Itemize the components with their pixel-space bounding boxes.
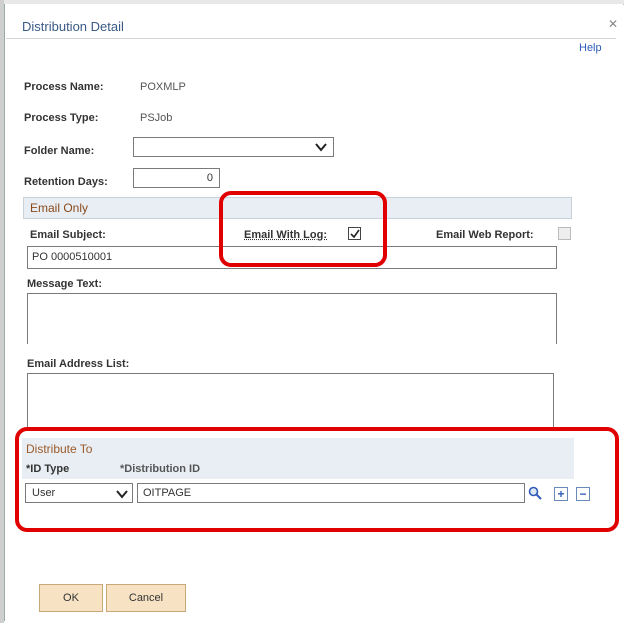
message-text-area[interactable] [27,293,557,344]
email-subject-value: PO 0000510001 [32,251,113,263]
close-icon[interactable]: ✕ [608,17,618,31]
process-name-label: Process Name: [24,81,104,93]
email-web-report-label: Email Web Report: [436,229,534,241]
email-subject-label: Email Subject: [30,229,106,241]
email-address-list-label: Email Address List: [27,358,130,370]
folder-name-select[interactable] [133,137,334,157]
highlight-email-with-log [219,191,387,267]
email-web-report-checkbox[interactable] [558,227,571,240]
dialog-title: Distribution Detail [22,19,124,34]
cancel-button[interactable]: Cancel [106,584,186,612]
ok-button[interactable]: OK [39,584,103,612]
retention-days-value: 0 [206,172,213,184]
highlight-distribute-to [15,427,619,532]
folder-name-label: Folder Name: [24,145,95,157]
process-name-value: POXMLP [140,81,186,93]
email-section-title: Email Only [30,201,89,215]
process-type-label: Process Type: [24,112,99,124]
help-link[interactable]: Help [579,42,602,54]
email-address-list-area[interactable] [27,373,554,427]
retention-days-label: Retention Days: [24,176,108,188]
retention-days-input[interactable]: 0 [133,168,220,188]
chevron-down-icon [315,143,327,152]
message-text-label: Message Text: [27,278,102,290]
process-type-value: PSJob [140,112,173,124]
